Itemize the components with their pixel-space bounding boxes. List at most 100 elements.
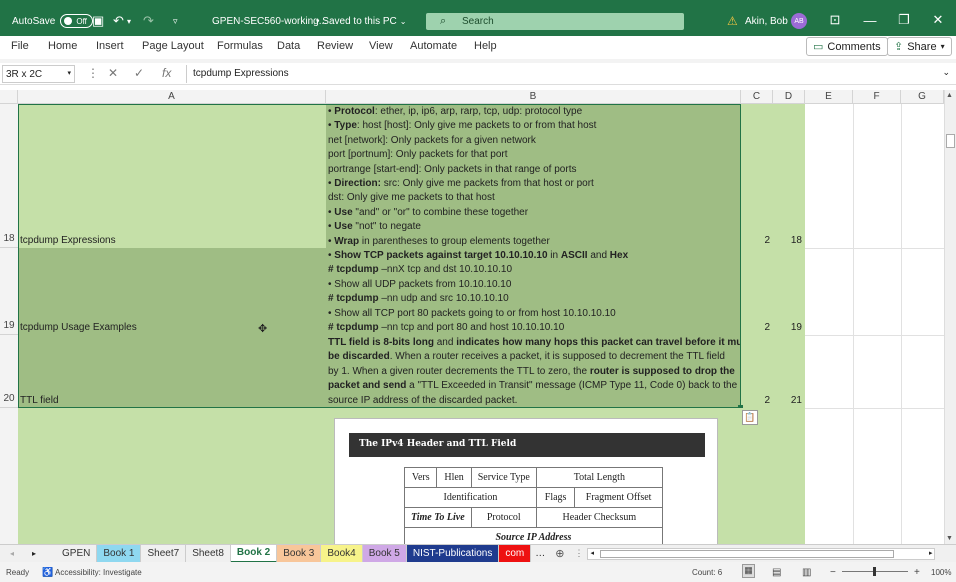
cell-d18[interactable]: 18 [773,104,805,248]
accessibility-icon[interactable]: ♿ [42,567,53,578]
paste-options-icon[interactable]: 📋 [742,410,758,425]
tab-insert[interactable]: Insert [96,40,124,52]
autosave-toggle[interactable]: Off [60,14,93,28]
cell-a18[interactable]: tcpdump Expressions [18,104,326,248]
share-icon: ⇪ [894,41,904,53]
horizontal-scrollbar[interactable]: ◂ ▸ [587,547,936,560]
sheet-tab-sheet7[interactable]: Sheet7 [141,544,187,563]
field-total-length: Total Length [535,467,663,488]
column-header-g[interactable]: G [901,90,944,104]
cell-text-line: • Show TCP packets against target 10.10.… [328,249,739,263]
cell-text-line: port [portnum]: Only packets for that po… [328,148,739,162]
text-run: –nn tcp and port 80 and host 10.10.10.10 [378,322,565,334]
previous-sheet-icon[interactable]: ◂ [0,549,24,558]
restore-icon[interactable]: ❐ [896,12,912,28]
cell-c20[interactable]: 2 [741,335,773,408]
tab-file[interactable]: File [11,40,29,52]
zoom-level[interactable]: 100% [931,568,951,577]
ipv4-header-picture[interactable]: The IPv4 Header and TTL Field Vers Hlen … [334,418,718,544]
column-header-a[interactable]: A [18,90,326,104]
zoom-out-icon[interactable]: − [830,567,836,578]
text-run: . When a router receives a packet, it is… [389,351,725,363]
minimize-icon[interactable]: — [862,12,878,28]
sheet-tab-sheet8[interactable]: Sheet8 [186,544,231,563]
row-header-20[interactable]: 20 [0,335,18,408]
sheet-tab-book-1[interactable]: Book 1 [97,544,142,563]
column-header-e[interactable]: E [805,90,853,104]
sheet-tab-book-2[interactable]: Book 2 [230,544,278,563]
row-header-21[interactable] [0,408,18,544]
text-run: packet and send [328,380,407,392]
share-button[interactable]: ⇪ Share ▾ [887,37,952,56]
sheet-tab-gpen[interactable]: GPEN [56,544,98,563]
scrollbar-thumb[interactable] [946,134,955,148]
vertical-scrollbar[interactable]: ▲ ▼ [944,90,956,544]
text-run: portrange [start-end]: Only packets in t… [328,163,577,175]
page-break-view-icon[interactable]: ▥ [802,567,811,578]
field-time-to-live: Time To Live [404,507,472,528]
scroll-up-icon[interactable]: ▲ [946,92,953,99]
page-layout-view-icon[interactable]: ▤ [772,567,781,578]
name-box[interactable]: 3R x 2C ▾ [2,65,75,83]
zoom-in-icon[interactable]: + [914,567,920,578]
split-handle-icon[interactable]: ⋮ [574,548,583,559]
column-header-b[interactable]: B [326,90,741,104]
count-status[interactable]: Count: 6 [692,568,722,577]
text-run: dst: Only give me packets to that host [328,192,495,204]
cell-b19[interactable]: • Show TCP packets against target 10.10.… [326,248,741,335]
accessibility-status[interactable]: Accessibility: Investigate [55,568,142,577]
scroll-down-icon[interactable]: ▼ [946,535,953,542]
row-header-19[interactable]: 19 [0,248,18,335]
sheet-tab-book4[interactable]: Book4 [321,544,363,563]
avatar: AB [791,13,807,29]
scroll-left-icon[interactable]: ◂ [590,549,594,557]
cell-d19[interactable]: 19 [773,248,805,335]
tab-formulas[interactable]: Formulas [217,40,263,52]
comments-button[interactable]: ▭ Comments [806,37,888,56]
cell-c18[interactable]: 2 [741,104,773,248]
cell-text-line: • Show all UDP packets from 10.10.10.10 [328,278,739,292]
formula-input[interactable]: tcpdump Expressions [186,65,952,83]
tab-home[interactable]: Home [48,40,77,52]
tab-data[interactable]: Data [277,40,300,52]
tab-page-layout[interactable]: Page Layout [142,40,204,52]
more-sheets-icon[interactable]: … [535,548,545,559]
column-header-f[interactable]: F [853,90,901,104]
cell-c19[interactable]: 2 [741,248,773,335]
insert-function-icon[interactable]: fx [162,66,171,80]
search-box[interactable]: ⌕ Search [426,13,684,30]
close-icon[interactable]: ✕ [930,12,946,28]
tab-automate[interactable]: Automate [410,40,457,52]
cell-d20[interactable]: 21 [773,335,805,408]
expand-formula-icon[interactable]: ⌄ [942,67,950,78]
cancel-icon[interactable]: ✕ [108,66,118,80]
normal-view-icon[interactable]: ▦ [742,564,755,578]
ribbon-display-icon[interactable]: ⊡ [827,12,843,28]
cell-text-line: • Wrap in parentheses to group elements … [328,235,739,248]
zoom-slider-thumb[interactable] [873,567,876,576]
row-header-18[interactable]: 18 [0,104,18,248]
field-identification: Identification [404,487,537,508]
field-hlen: Hlen [436,467,472,488]
enter-icon[interactable]: ✓ [134,66,144,80]
worksheet-grid[interactable]: A B C D E F G 18 tcpdump Expressions • P… [0,90,944,544]
cell-b20[interactable]: TTL field is 8-bits long and indicates h… [326,335,741,408]
tab-review[interactable]: Review [317,40,353,52]
cell-a20[interactable]: TTL field [18,335,326,408]
sheet-tab-nist-publications[interactable]: NIST-Publications [406,544,500,563]
column-header-c[interactable]: C [741,90,773,104]
sheet-tab-com[interactable]: com [499,544,532,563]
cell-a19[interactable]: tcpdump Usage Examples [18,248,326,335]
sheet-tab-book-5[interactable]: Book 5 [362,544,407,563]
scroll-right-icon[interactable]: ▸ [929,549,933,557]
new-sheet-icon[interactable]: ⊕ [555,547,564,560]
tab-help[interactable]: Help [474,40,497,52]
hscroll-thumb[interactable] [600,549,895,558]
cell-b18[interactable]: • Protocol: ether, ip, ip6, arp, rarp, t… [326,104,741,248]
next-sheet-icon[interactable]: ▸ [24,549,44,558]
text-run: and [587,250,610,261]
sheet-tab-book-3[interactable]: Book 3 [277,544,322,563]
column-header-d[interactable]: D [773,90,805,104]
select-all-corner[interactable] [0,90,18,104]
tab-view[interactable]: View [369,40,393,52]
